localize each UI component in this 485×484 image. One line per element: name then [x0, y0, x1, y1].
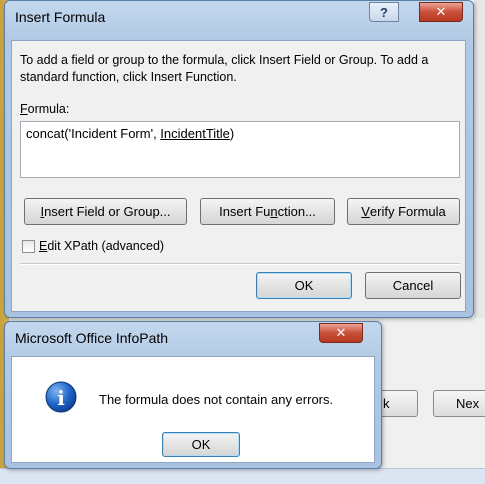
background-next-button[interactable]: Nex	[433, 390, 485, 417]
ok-button[interactable]: OK	[256, 272, 352, 299]
background-back-button-label: k	[383, 396, 390, 411]
formula-text-suffix: )	[229, 126, 235, 141]
edit-xpath-checkbox-row[interactable]: Edit XPath (advanced)	[22, 239, 164, 253]
insert-formula-title: Insert Formula	[15, 9, 106, 25]
insert-field-label: nsert Field or Group...	[44, 204, 171, 219]
verify-formula-button[interactable]: Verify Formula	[347, 198, 460, 225]
insert-field-or-group-button[interactable]: Insert Field or Group...	[24, 198, 187, 225]
infopath-body: i The formula does not contain any error…	[11, 356, 375, 463]
formula-field-reference[interactable]: IncidentTitle	[160, 126, 230, 141]
formula-text: concat('Incident Form',	[26, 126, 161, 141]
insert-formula-close-button[interactable]: ✕	[419, 2, 463, 22]
infopath-titlebar[interactable]: Microsoft Office InfoPath ✕	[5, 322, 381, 352]
infopath-title: Microsoft Office InfoPath	[15, 330, 169, 346]
close-icon: ✕	[335, 325, 347, 340]
help-icon: ?	[380, 4, 388, 20]
edit-xpath-access-key: E	[39, 239, 48, 253]
insert-formula-dialog: Insert Formula ? ✕ To add a field or gro…	[4, 0, 474, 318]
background-taskbar-band	[0, 468, 485, 484]
infopath-message-dialog: Microsoft Office InfoPath ✕ i The formul…	[4, 321, 382, 469]
cancel-button-label: Cancel	[392, 278, 434, 293]
formula-label-access-key: F	[20, 102, 28, 116]
insert-function-label-pre: Insert Fu	[219, 204, 271, 219]
edit-xpath-checkbox[interactable]	[22, 239, 35, 253]
close-icon: ✕	[435, 4, 447, 19]
verify-formula-access-key: V	[361, 204, 370, 219]
background-back-button[interactable]: k	[378, 390, 418, 417]
infopath-ok-label: OK	[191, 437, 211, 452]
instructions-text: To add a field or group to the formula, …	[20, 53, 429, 84]
insert-function-button[interactable]: Insert Fu n ction...	[200, 198, 335, 225]
background-next-button-label: Nex	[456, 396, 480, 411]
footer-divider	[20, 263, 460, 265]
insert-function-access-key: n	[270, 204, 278, 219]
edit-xpath-label: dit XPath (advanced)	[47, 239, 165, 253]
ok-button-label: OK	[294, 278, 314, 293]
insert-formula-body: To add a field or group to the formula, …	[11, 40, 466, 312]
verify-formula-label: erify Formula	[369, 204, 446, 219]
infopath-close-button[interactable]: ✕	[319, 323, 363, 343]
help-button[interactable]: ?	[369, 2, 399, 22]
insert-formula-titlebar[interactable]: Insert Formula ? ✕	[5, 1, 473, 31]
message-text: The formula does not contain any errors.	[99, 392, 334, 407]
insert-function-label-post: ction...	[277, 204, 316, 219]
info-icon: i	[45, 381, 77, 413]
formula-input[interactable]: concat('Incident Form', IncidentTitle)	[20, 121, 460, 178]
formula-label: Formula:	[20, 102, 69, 116]
info-icon-glyph: i	[57, 386, 65, 410]
cancel-button[interactable]: Cancel	[365, 272, 461, 299]
infopath-ok-button[interactable]: OK	[162, 432, 240, 457]
formula-label-text: ormula:	[27, 102, 70, 116]
